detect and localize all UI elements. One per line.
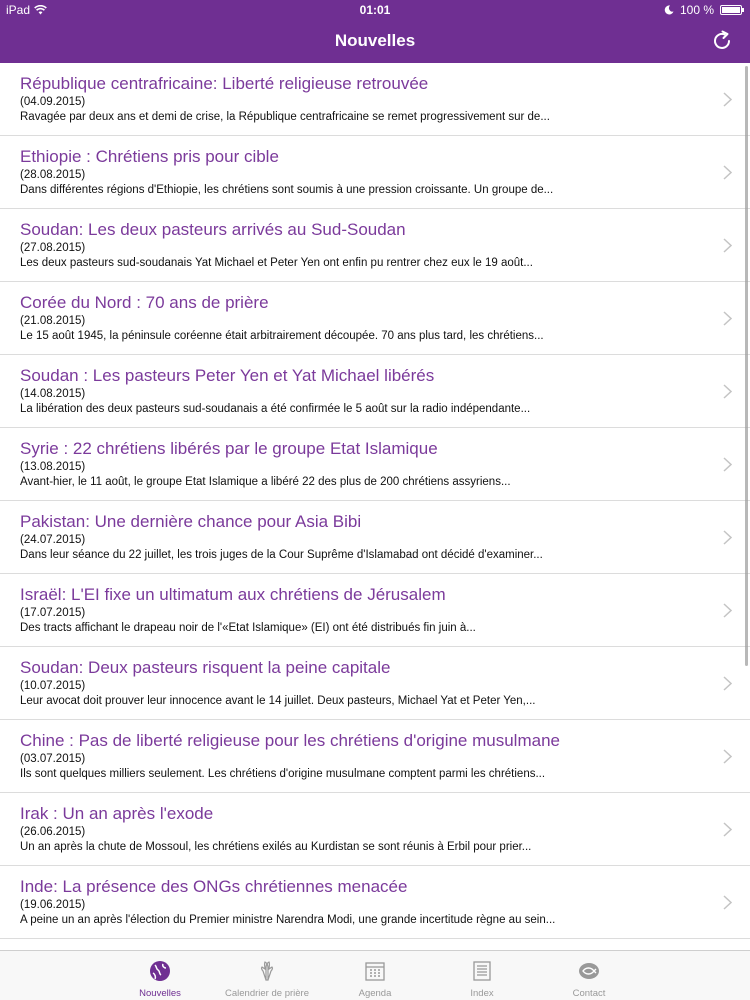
news-title: Soudan: Les deux pasteurs arrivés au Sud… [20,220,406,239]
news-item[interactable]: Syrie : 22 chrétiens libérés par le grou… [0,428,750,501]
chevron-right-icon [723,895,732,910]
news-summary: Des tracts affichant le drapeau noir de … [20,622,476,634]
news-summary: Leur avocat doit prouver leur innocence … [20,695,536,707]
scrollbar[interactable] [745,66,748,666]
chevron-right-icon [723,749,732,764]
news-summary: Dans différentes régions d'Ethiopie, les… [20,184,554,196]
news-item[interactable]: République centrafricaine: Liberté relig… [0,63,750,136]
tab-bar: Nouvelles Calendrier de prière Agenda Index… [0,950,750,1000]
news-date: (03.07.2015) [20,753,86,765]
chevron-right-icon [723,457,732,472]
tab-praying-hands[interactable]: Calendrier de prière [212,951,322,1000]
tab-calendar[interactable]: Agenda [320,951,430,1000]
news-item[interactable]: Inde: La présence des ONGs chrétiennes m… [0,866,750,939]
praying-hands-icon [260,961,274,981]
news-title: Corée du Nord : 70 ans de prière [20,293,269,312]
tab-list[interactable]: Index [427,951,537,1000]
news-item[interactable]: Chine : Pas de liberté religieuse pour l… [0,720,750,793]
news-item[interactable]: Ethiopie : Chrétiens pris pour cible (28.… [0,136,750,209]
news-item[interactable]: Soudan: Les deux pasteurs arrivés au Sud… [0,209,750,282]
status-right: 100 % [664,3,744,17]
news-date: (14.08.2015) [20,388,86,400]
news-summary: Ravagée par deux ans et demi de crise, l… [20,111,550,123]
news-date: (24.07.2015) [20,534,86,546]
tab-label: Contact [572,988,606,999]
tab-fish[interactable]: Contact [534,951,644,1000]
news-date: (10.07.2015) [20,680,86,692]
news-item[interactable]: Irak : Un an après l'exode (26.06.2015) Un… [0,793,750,866]
news-title: Soudan : Les pasteurs Peter Yen et Yat M… [20,366,435,385]
news-summary: Un an après la chute de Mossoul, les chr… [20,841,532,853]
news-summary: La libération des deux pasteurs sud-soud… [20,403,531,415]
news-date: (26.06.2015) [20,826,86,838]
chevron-right-icon [723,822,732,837]
battery-percent: 100 % [679,3,714,17]
news-item[interactable]: Pakistan: Une dernière chance pour Asia … [0,501,750,574]
news-title: Irak : Un an après l'exode [20,804,214,823]
news-summary: Ils sont quelques milliers seulement. Le… [20,768,546,780]
news-item[interactable]: Soudan : Les pasteurs Peter Yen et Yat M… [0,355,750,428]
chevron-right-icon [723,530,732,545]
news-summary: Dans leur séance du 22 juillet, les troi… [20,549,543,561]
battery-icon [720,5,744,15]
news-summary: A peine un an après l'élection du Premie… [20,914,556,926]
news-date: (27.08.2015) [20,242,86,254]
tab-label: Calendrier de prière [225,988,309,999]
news-summary: Avant-hier, le 11 août, le groupe Etat I… [20,476,511,488]
chevron-right-icon [723,165,732,180]
news-title: Chine : Pas de liberté religieuse pour l… [20,731,560,750]
news-date: (13.08.2015) [20,461,86,473]
chevron-right-icon [723,603,732,618]
chevron-right-icon [723,384,732,399]
status-time: 01:01 [359,3,391,17]
news-summary: Le 15 août 1945, la péninsule coréenne é… [20,330,544,342]
news-title: Ethiopie : Chrétiens pris pour cible [20,147,279,166]
globe-icon [150,961,170,981]
chevron-right-icon [723,92,732,107]
news-title: Syrie : 22 chrétiens libérés par le grou… [20,439,438,458]
battery-fill [722,7,740,13]
news-date: (19.06.2015) [20,899,86,911]
tab-label: Nouvelles [139,988,181,999]
refresh-icon[interactable] [710,29,734,53]
news-title: République centrafricaine: Liberté relig… [20,74,429,93]
news-title: Pakistan: Une dernière chance pour Asia … [20,512,362,531]
page-title: Nouvelles [334,31,416,50]
news-date: (28.08.2015) [20,169,86,181]
news-date: (21.08.2015) [20,315,86,327]
news-item[interactable]: Corée du Nord : 70 ans de prière (21.08.2… [0,282,750,355]
tab-label: Agenda [358,988,392,999]
nav-bar: Nouvelles [0,20,750,63]
news-list[interactable]: République centrafricaine: Liberté relig… [0,63,750,950]
chevron-right-icon [723,238,732,253]
news-title: Soudan: Deux pasteurs risquent la peine … [20,658,391,677]
status-bar: iPad 01:01 100 % [0,0,750,20]
news-item[interactable]: Israël: L'EI fixe un ultimatum aux chrét… [0,574,750,647]
list-icon [473,961,491,981]
moon-icon [664,5,674,15]
fish-icon [579,963,599,979]
tab-globe[interactable]: Nouvelles [105,951,215,1000]
news-date: (17.07.2015) [20,607,86,619]
chevron-right-icon [723,676,732,691]
news-date: (04.09.2015) [20,96,86,108]
news-title: Israël: L'EI fixe un ultimatum aux chrét… [20,585,446,604]
news-summary: Les deux pasteurs sud-soudanais Yat Mich… [20,257,533,269]
news-item[interactable]: Soudan: Deux pasteurs risquent la peine … [0,647,750,720]
calendar-icon [365,962,385,981]
chevron-right-icon [723,311,732,326]
tab-label: Index [470,988,494,999]
news-title: Inde: La présence des ONGs chrétiennes m… [20,877,408,896]
